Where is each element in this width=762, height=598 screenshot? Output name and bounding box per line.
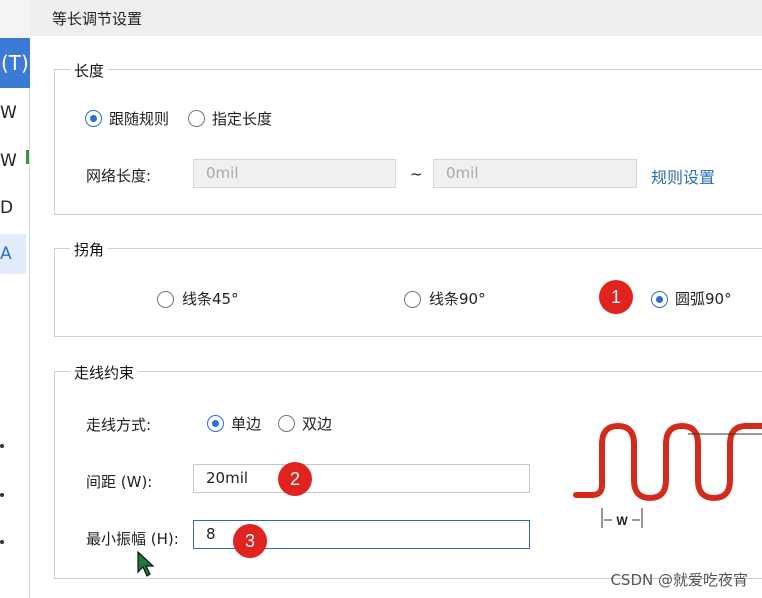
- corner-arc90-label[interactable]: 圆弧90°: [675, 288, 732, 309]
- background-dot: [0, 493, 4, 497]
- follow-rule-radio[interactable]: [85, 110, 102, 127]
- double-side-radio[interactable]: [278, 415, 295, 432]
- min-amplitude-label: 最小振幅 (H):: [86, 530, 179, 548]
- background-letter-2: W: [0, 151, 17, 171]
- background-tab-button[interactable]: (T): [0, 38, 30, 88]
- annotation-badge-3: 3: [233, 524, 267, 558]
- routing-constraint-label: 走线约束: [70, 362, 139, 383]
- corner-arc90-radio[interactable]: [651, 291, 668, 308]
- net-length-label: 网络长度:: [86, 167, 152, 185]
- range-separator: ~: [410, 165, 423, 183]
- background-letter-3: D: [0, 198, 14, 218]
- corner-line90-radio[interactable]: [404, 291, 421, 308]
- background-dot: [0, 444, 4, 448]
- annotation-badge-1: 1: [599, 280, 633, 314]
- w-dimension-label: W: [616, 514, 628, 528]
- specify-length-radio[interactable]: [188, 110, 205, 127]
- watermark: CSDN @就爱吃夜宵: [610, 571, 748, 589]
- double-side-label[interactable]: 双边: [302, 413, 332, 434]
- corner-group-label: 拐角: [70, 239, 109, 260]
- background-marker: [26, 150, 29, 164]
- specify-length-label[interactable]: 指定长度: [212, 108, 272, 129]
- net-length-max-input[interactable]: 0mil: [433, 159, 637, 188]
- background-letter-4[interactable]: A: [0, 234, 26, 274]
- spacing-input[interactable]: 20mil: [193, 464, 530, 493]
- mouse-cursor-icon: [137, 550, 155, 577]
- length-group-label: 长度: [70, 60, 109, 81]
- serpentine-trace: [573, 422, 762, 502]
- serpentine-diagram: W: [573, 422, 762, 528]
- single-side-label[interactable]: 单边: [231, 413, 261, 434]
- spacing-label: 间距 (W):: [86, 473, 153, 491]
- dialog-title: 等长调节设置: [52, 10, 143, 28]
- single-side-radio[interactable]: [207, 415, 224, 432]
- background-dot: [0, 540, 4, 544]
- corner-line45-radio[interactable]: [157, 291, 174, 308]
- routing-mode-label: 走线方式:: [86, 416, 152, 434]
- rule-settings-link[interactable]: 规则设置: [651, 164, 715, 188]
- length-group: [54, 69, 762, 215]
- background-window-header: [0, 0, 30, 38]
- corner-line90-label[interactable]: 线条90°: [429, 288, 486, 309]
- dialog-titlebar[interactable]: 等长调节设置: [30, 0, 762, 36]
- annotation-badge-2: 2: [278, 462, 312, 496]
- corner-line45-label[interactable]: 线条45°: [182, 288, 239, 309]
- background-letter-1: W: [0, 103, 17, 123]
- net-length-min-input[interactable]: 0mil: [193, 159, 396, 188]
- background-window-strip: (T) W W D A: [0, 0, 30, 598]
- follow-rule-label[interactable]: 跟随规则: [109, 108, 169, 129]
